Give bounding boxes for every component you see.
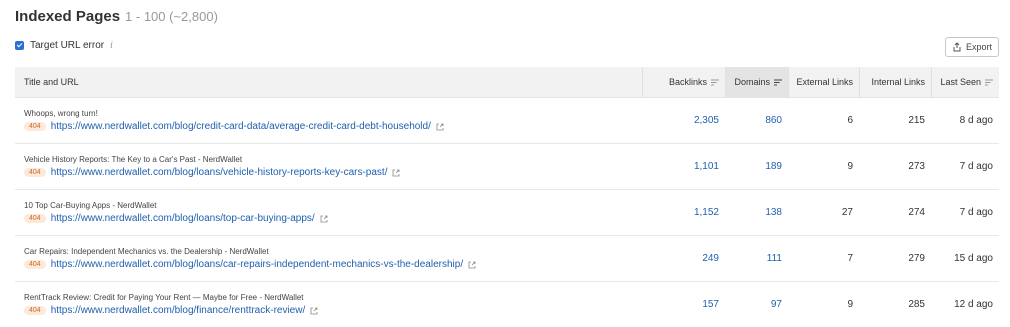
result-count: 1 - 100 (~2,800) bbox=[125, 9, 218, 24]
column-header-external-links[interactable]: External Links bbox=[788, 66, 859, 98]
url-line: 404 https://www.nerdwallet.com/blog/loan… bbox=[24, 213, 328, 224]
target-url-error-label[interactable]: Target URL error bbox=[30, 40, 104, 51]
export-label: Export bbox=[965, 42, 992, 52]
page-url-link[interactable]: https://www.nerdwallet.com/blog/finance/… bbox=[51, 305, 306, 316]
internal-links-value: 285 bbox=[908, 299, 925, 310]
page-title: Indexed Pages bbox=[15, 8, 121, 25]
table-row: RentTrack Review: Credit for Paying Your… bbox=[15, 282, 999, 327]
domains-value[interactable]: 189 bbox=[725, 144, 788, 189]
backlinks-value[interactable]: 249 bbox=[642, 236, 725, 281]
table-row: Vehicle History Reports: The Key to a Ca… bbox=[15, 144, 999, 190]
column-header-last-seen[interactable]: Last Seen bbox=[931, 66, 999, 98]
status-badge: 404 bbox=[24, 214, 46, 223]
backlinks-value[interactable]: 1,152 bbox=[642, 190, 725, 235]
external-link-icon[interactable] bbox=[436, 123, 444, 131]
page-url-link[interactable]: https://www.nerdwallet.com/blog/loans/ca… bbox=[51, 259, 463, 270]
last-seen-value: 15 d ago bbox=[954, 253, 993, 264]
page-url-link[interactable]: https://www.nerdwallet.com/blog/loans/ve… bbox=[51, 167, 388, 178]
url-line: 404 https://www.nerdwallet.com/blog/loan… bbox=[24, 167, 400, 178]
last-seen-value: 7 d ago bbox=[959, 207, 993, 218]
external-links-value: 7 bbox=[847, 253, 853, 264]
last-seen-value: 8 d ago bbox=[959, 115, 993, 126]
table-row: Whoops, wrong turn! 404 https://www.nerd… bbox=[15, 98, 999, 144]
column-header-title-and-url: Title and URL bbox=[15, 67, 642, 98]
status-badge: 404 bbox=[24, 260, 46, 269]
backlinks-value[interactable]: 2,305 bbox=[642, 98, 725, 143]
page-url-link[interactable]: https://www.nerdwallet.com/blog/credit-c… bbox=[51, 121, 431, 132]
internal-links-value: 279 bbox=[908, 253, 925, 264]
column-header-internal-links[interactable]: Internal Links bbox=[859, 66, 931, 98]
column-label: Internal Links bbox=[871, 77, 925, 87]
external-link-icon[interactable] bbox=[310, 307, 318, 315]
external-link-icon[interactable] bbox=[468, 261, 476, 269]
external-links-value: 9 bbox=[847, 161, 853, 172]
last-seen-value: 7 d ago bbox=[959, 161, 993, 172]
table-row: Car Repairs: Independent Mechanics vs. t… bbox=[15, 236, 999, 282]
table-header: Title and URL Backlinks Domains External… bbox=[15, 66, 999, 98]
last-seen-value: 12 d ago bbox=[954, 299, 993, 310]
indexed-pages-table: Title and URL Backlinks Domains External… bbox=[15, 66, 999, 327]
page-title-text: Car Repairs: Independent Mechanics vs. t… bbox=[24, 247, 269, 256]
internal-links-value: 274 bbox=[908, 207, 925, 218]
column-label: Backlinks bbox=[668, 77, 707, 87]
status-badge: 404 bbox=[24, 122, 46, 131]
page-title-text: Vehicle History Reports: The Key to a Ca… bbox=[24, 155, 243, 164]
page-title-text: Whoops, wrong turn! bbox=[24, 109, 98, 118]
title-url-cell: 10 Top Car-Buying Apps - NerdWallet 404 … bbox=[15, 190, 642, 235]
url-line: 404 https://www.nerdwallet.com/blog/fina… bbox=[24, 305, 318, 316]
domains-value[interactable]: 97 bbox=[725, 282, 788, 327]
column-header-backlinks[interactable]: Backlinks bbox=[642, 66, 725, 98]
internal-links-value: 273 bbox=[908, 161, 925, 172]
external-links-value: 9 bbox=[847, 299, 853, 310]
export-button[interactable]: Export bbox=[945, 37, 999, 57]
column-label: External Links bbox=[796, 77, 853, 87]
domains-value[interactable]: 111 bbox=[725, 236, 788, 281]
internal-links-value: 215 bbox=[908, 115, 925, 126]
target-url-error-checkbox[interactable] bbox=[15, 41, 24, 50]
page-header: Indexed Pages 1 - 100 (~2,800) bbox=[15, 8, 218, 25]
backlinks-value[interactable]: 1,101 bbox=[642, 144, 725, 189]
backlinks-value[interactable]: 157 bbox=[642, 282, 725, 327]
title-url-cell: Vehicle History Reports: The Key to a Ca… bbox=[15, 144, 642, 189]
filter-row: Target URL error i bbox=[15, 40, 113, 51]
url-line: 404 https://www.nerdwallet.com/blog/loan… bbox=[24, 259, 476, 270]
external-link-icon[interactable] bbox=[392, 169, 400, 177]
title-url-cell: Whoops, wrong turn! 404 https://www.nerd… bbox=[15, 98, 642, 143]
domains-value[interactable]: 860 bbox=[725, 98, 788, 143]
sort-icon bbox=[985, 79, 993, 85]
external-links-value: 27 bbox=[841, 207, 853, 218]
url-line: 404 https://www.nerdwallet.com/blog/cred… bbox=[24, 121, 444, 132]
external-links-value: 6 bbox=[847, 115, 853, 126]
column-header-domains[interactable]: Domains bbox=[725, 66, 788, 98]
page-title-text: RentTrack Review: Credit for Paying Your… bbox=[24, 293, 304, 302]
export-icon bbox=[953, 42, 961, 52]
title-url-cell: RentTrack Review: Credit for Paying Your… bbox=[15, 282, 642, 327]
column-label: Title and URL bbox=[24, 77, 79, 87]
domains-value[interactable]: 138 bbox=[725, 190, 788, 235]
sort-icon bbox=[774, 79, 782, 85]
table-row: 10 Top Car-Buying Apps - NerdWallet 404 … bbox=[15, 190, 999, 236]
external-link-icon[interactable] bbox=[320, 215, 328, 223]
page-url-link[interactable]: https://www.nerdwallet.com/blog/loans/to… bbox=[51, 213, 315, 224]
status-badge: 404 bbox=[24, 168, 46, 177]
title-url-cell: Car Repairs: Independent Mechanics vs. t… bbox=[15, 236, 642, 281]
page-title-text: 10 Top Car-Buying Apps - NerdWallet bbox=[24, 201, 157, 210]
info-icon[interactable]: i bbox=[110, 41, 113, 51]
status-badge: 404 bbox=[24, 306, 46, 315]
sort-icon bbox=[711, 79, 719, 85]
column-label: Last Seen bbox=[940, 77, 981, 87]
column-label: Domains bbox=[734, 77, 770, 87]
